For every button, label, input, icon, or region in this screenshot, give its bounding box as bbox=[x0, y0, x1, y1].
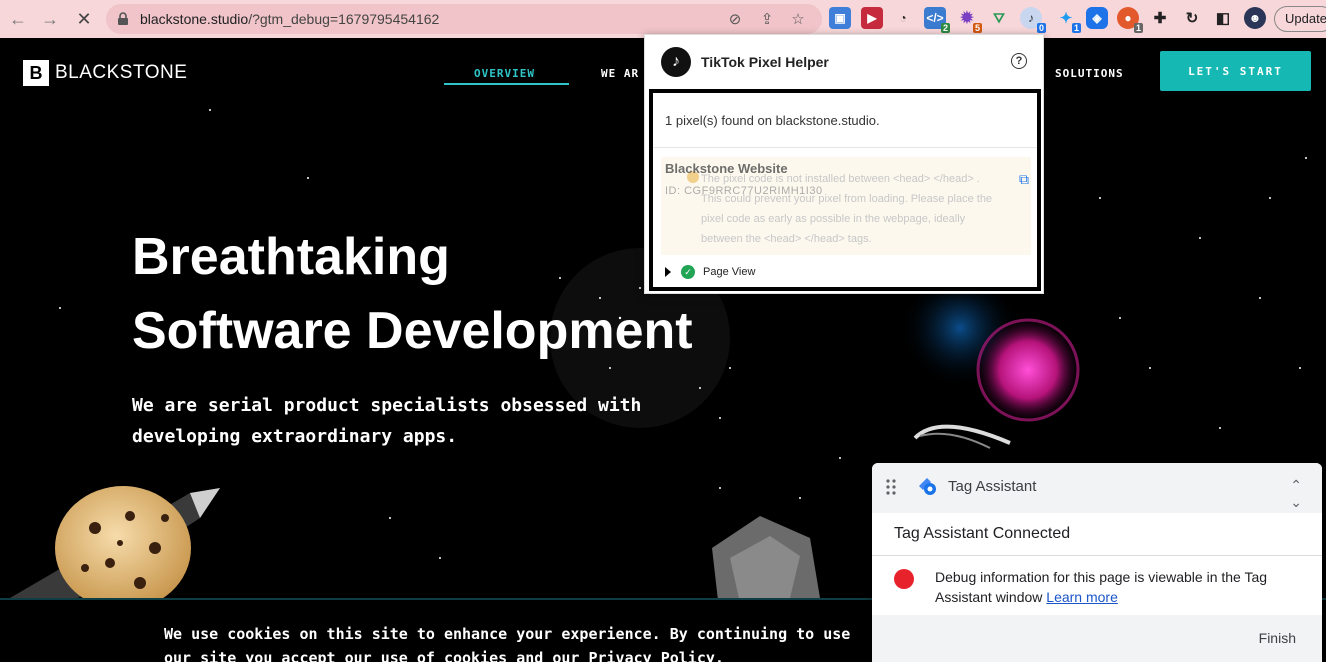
extension-red-play-icon[interactable]: ▶ bbox=[861, 7, 883, 29]
tag-assistant-panel: Tag Assistant ⌃ ⌄ Tag Assistant Connected… bbox=[872, 463, 1322, 662]
event-name: Page View bbox=[703, 266, 756, 278]
collapse-chevron-icon[interactable]: ⌃ ⌄ bbox=[1290, 477, 1302, 511]
nav-active-underline bbox=[444, 83, 569, 85]
nav-overview[interactable]: OVERVIEW bbox=[474, 67, 535, 80]
profile-avatar[interactable]: ☻ bbox=[1244, 7, 1266, 29]
extension-bird-icon[interactable]: ✦ 1 bbox=[1055, 7, 1081, 33]
hero-title-line2: Software Development bbox=[132, 302, 693, 360]
tracking-blocked-icon[interactable]: ⊘ bbox=[726, 10, 744, 28]
hero-title-line1: Breathtaking bbox=[132, 228, 450, 286]
share-icon[interactable]: ⇪ bbox=[758, 10, 776, 28]
tag-assistant-title: Tag Assistant bbox=[948, 478, 1037, 495]
browser-toolbar: ← → ✕ blackstone.studio/?gtm_debug=16797… bbox=[0, 0, 1326, 38]
tiktok-logo-icon: ♪ bbox=[661, 47, 691, 77]
drag-handle-icon[interactable] bbox=[886, 479, 896, 495]
help-icon[interactable]: ? bbox=[1011, 53, 1027, 69]
extension-code-icon[interactable]: </> 2 bbox=[924, 7, 950, 33]
finish-button[interactable]: Finish bbox=[1259, 630, 1296, 646]
stop-loading-icon[interactable]: ✕ bbox=[70, 5, 98, 33]
extension-blue-icon[interactable]: ▣ bbox=[829, 7, 851, 29]
event-page-view[interactable]: ✓ Page View bbox=[665, 265, 755, 279]
tag-assistant-logo-icon bbox=[919, 478, 936, 495]
hero-subtitle: We are serial product specialists obsess… bbox=[132, 395, 642, 447]
pixel-warning-text: The pixel code is not installed between … bbox=[701, 173, 993, 245]
open-external-link-icon[interactable]: ⧉ bbox=[1019, 171, 1029, 188]
extension-refresh-icon[interactable]: ↻ bbox=[1181, 7, 1203, 29]
divider bbox=[653, 147, 1037, 148]
extension-shield-icon[interactable]: ◈ bbox=[1086, 7, 1108, 29]
forward-arrow-icon[interactable]: → bbox=[36, 5, 64, 33]
bookmark-star-icon[interactable]: ☆ bbox=[789, 10, 807, 28]
lets-start-button[interactable]: LET'S START bbox=[1160, 51, 1311, 91]
extensions-puzzle-icon[interactable]: ✚ bbox=[1149, 7, 1171, 29]
error-dot-icon bbox=[894, 569, 914, 589]
side-panel-icon[interactable]: ◧ bbox=[1212, 7, 1234, 29]
tiktok-header: ♪ TikTok Pixel Helper ? bbox=[645, 35, 1043, 89]
address-bar[interactable]: blackstone.studio/?gtm_debug=16797954541… bbox=[106, 4, 822, 34]
extension-gauge-icon[interactable]: ◔ bbox=[892, 7, 914, 29]
tiktok-title: TikTok Pixel Helper bbox=[701, 54, 829, 70]
cookie-text: We use cookies on this site to enhance y… bbox=[164, 625, 851, 662]
nav-we-are[interactable]: WE AR bbox=[601, 67, 639, 80]
debug-message: Debug information for this page is viewa… bbox=[935, 567, 1295, 607]
update-button[interactable]: Update bbox=[1274, 6, 1326, 32]
pixel-name: Blackstone Website bbox=[665, 161, 788, 176]
extension-funnel-icon[interactable]: ⛛ bbox=[988, 7, 1010, 29]
learn-more-link[interactable]: Learn more bbox=[1046, 589, 1118, 605]
pixel-id: ID: CGF9RRC77U2RIMH1I30 bbox=[665, 185, 823, 197]
tag-assistant-footer: Finish bbox=[872, 615, 1322, 662]
logo-text: BLACKSTONE bbox=[55, 62, 188, 83]
extension-orange-icon[interactable]: ● 1 bbox=[1117, 7, 1143, 33]
blackstone-logo[interactable]: B BLACKSTONE bbox=[23, 60, 187, 86]
check-circle-icon: ✓ bbox=[681, 265, 695, 279]
pixels-found-text: 1 pixel(s) found on blackstone.studio. bbox=[665, 113, 880, 128]
tiktok-pixel-helper-popup: ♪ TikTok Pixel Helper ? 1 pixel(s) found… bbox=[644, 34, 1044, 294]
hero-title: Breathtaking Software Development bbox=[132, 220, 693, 368]
tiktok-pixel-extension-icon[interactable]: ♪ 0 bbox=[1020, 7, 1046, 33]
extension-gear-icon[interactable]: ✹ 5 bbox=[956, 7, 982, 33]
url-text[interactable]: blackstone.studio/?gtm_debug=16797954541… bbox=[140, 11, 439, 27]
divider bbox=[872, 555, 1322, 556]
nav-solutions[interactable]: SOLUTIONS bbox=[1055, 67, 1124, 80]
tiktok-body: 1 pixel(s) found on blackstone.studio. T… bbox=[649, 89, 1041, 291]
expand-caret-icon[interactable] bbox=[665, 267, 671, 277]
logo-mark: B bbox=[23, 60, 49, 86]
connected-status: Tag Assistant Connected bbox=[894, 525, 1071, 542]
lock-icon bbox=[118, 12, 128, 25]
back-arrow-icon[interactable]: ← bbox=[4, 5, 32, 33]
tag-assistant-header: Tag Assistant ⌃ ⌄ bbox=[872, 463, 1322, 513]
